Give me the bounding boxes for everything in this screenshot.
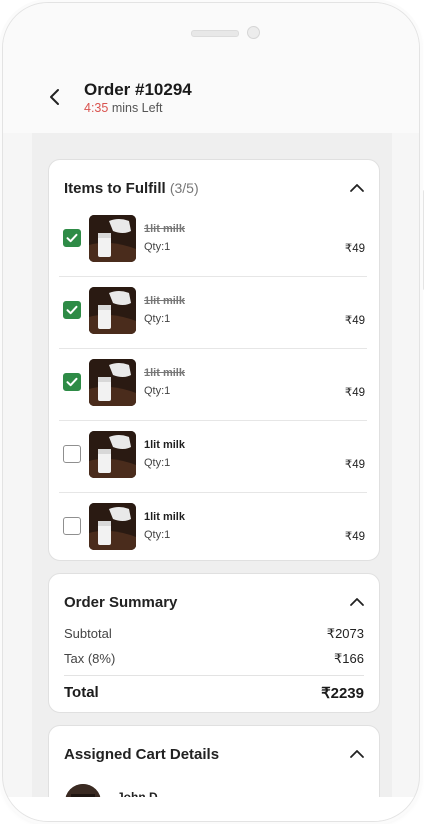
items-count: (3/5) xyxy=(169,180,199,196)
item-name: 1lit milk xyxy=(144,511,185,523)
time-left-value: 4:35 xyxy=(84,101,109,115)
product-image xyxy=(89,287,136,334)
tax-row: Tax (8%) ₹166 xyxy=(64,651,364,666)
checkbox-checked-icon[interactable] xyxy=(63,229,81,247)
product-image xyxy=(89,359,136,406)
item-name: 1lit milk xyxy=(144,295,185,307)
items-card-title: Items to Fulfill (3/5) xyxy=(64,180,199,197)
product-image xyxy=(89,215,136,262)
subtotal-row: Subtotal ₹2073 xyxy=(64,626,364,641)
phone-camera xyxy=(247,26,260,39)
item-qty: Qty:1 xyxy=(144,457,171,469)
summary-title: Order Summary xyxy=(64,594,178,611)
checkbox-checked-icon[interactable] xyxy=(63,301,81,319)
phone-frame: Order #10294 4:35 mins Left Items to Ful… xyxy=(2,2,420,822)
chevron-up-icon[interactable] xyxy=(349,749,365,759)
phone-speaker xyxy=(191,30,239,37)
tax-value: ₹166 xyxy=(334,651,364,666)
item-name: 1lit milk xyxy=(144,367,185,379)
milk-image xyxy=(89,287,136,334)
list-item[interactable]: 1lit milk Qty:1 ₹49 xyxy=(49,349,379,421)
list-item[interactable]: 1lit milk Qty:1 ₹49 xyxy=(49,277,379,349)
chevron-up-icon[interactable] xyxy=(349,183,365,193)
summary-divider xyxy=(64,675,364,676)
back-arrow-icon[interactable] xyxy=(45,87,65,107)
order-summary-card: Order Summary Subtotal ₹2073 Tax (8%) ₹1… xyxy=(48,573,380,713)
item-price: ₹49 xyxy=(344,387,365,399)
cart-title: Assigned Cart Details xyxy=(64,746,220,763)
milk-image xyxy=(89,359,136,406)
total-value: ₹2239 xyxy=(321,685,364,702)
checkbox-empty-icon[interactable] xyxy=(63,445,81,463)
milk-image xyxy=(89,215,136,262)
item-name: 1lit milk xyxy=(144,223,185,235)
item-qty: Qty:1 xyxy=(144,241,171,253)
item-qty: Qty:1 xyxy=(144,313,171,325)
list-item[interactable]: 1lit milk Qty:1 ₹49 xyxy=(49,493,379,565)
product-image xyxy=(89,431,136,478)
tax-label: Tax (8%) xyxy=(64,651,116,666)
item-price: ₹49 xyxy=(344,243,365,255)
list-item[interactable]: 1lit milk Qty:1 ₹49 xyxy=(49,205,379,277)
app-header xyxy=(3,3,419,133)
milk-image xyxy=(89,431,136,478)
checkbox-checked-icon[interactable] xyxy=(63,373,81,391)
item-name: 1lit milk xyxy=(144,439,185,451)
total-row: Total ₹2239 xyxy=(64,684,364,702)
screen-bottom xyxy=(3,797,419,821)
item-qty: Qty:1 xyxy=(144,529,171,541)
time-left-suffix: mins Left xyxy=(108,101,163,115)
subtotal-label: Subtotal xyxy=(64,626,112,641)
item-price: ₹49 xyxy=(344,531,365,543)
subtotal-value: ₹2073 xyxy=(326,626,364,641)
item-price: ₹49 xyxy=(344,459,365,471)
items-card: Items to Fulfill (3/5) 1lit milk Qty:1 ₹49 xyxy=(48,159,380,561)
list-item[interactable]: 1lit milk Qty:1 ₹49 xyxy=(49,421,379,493)
total-label: Total xyxy=(64,684,99,701)
item-price: ₹49 xyxy=(344,315,365,327)
checkbox-empty-icon[interactable] xyxy=(63,517,81,535)
time-left: 4:35 mins Left xyxy=(84,101,163,115)
product-image xyxy=(89,503,136,550)
chevron-up-icon[interactable] xyxy=(349,597,365,607)
order-title: Order #10294 xyxy=(84,80,192,99)
milk-image xyxy=(89,503,136,550)
item-qty: Qty:1 xyxy=(144,385,171,397)
items-title-text: Items to Fulfill xyxy=(64,180,166,197)
